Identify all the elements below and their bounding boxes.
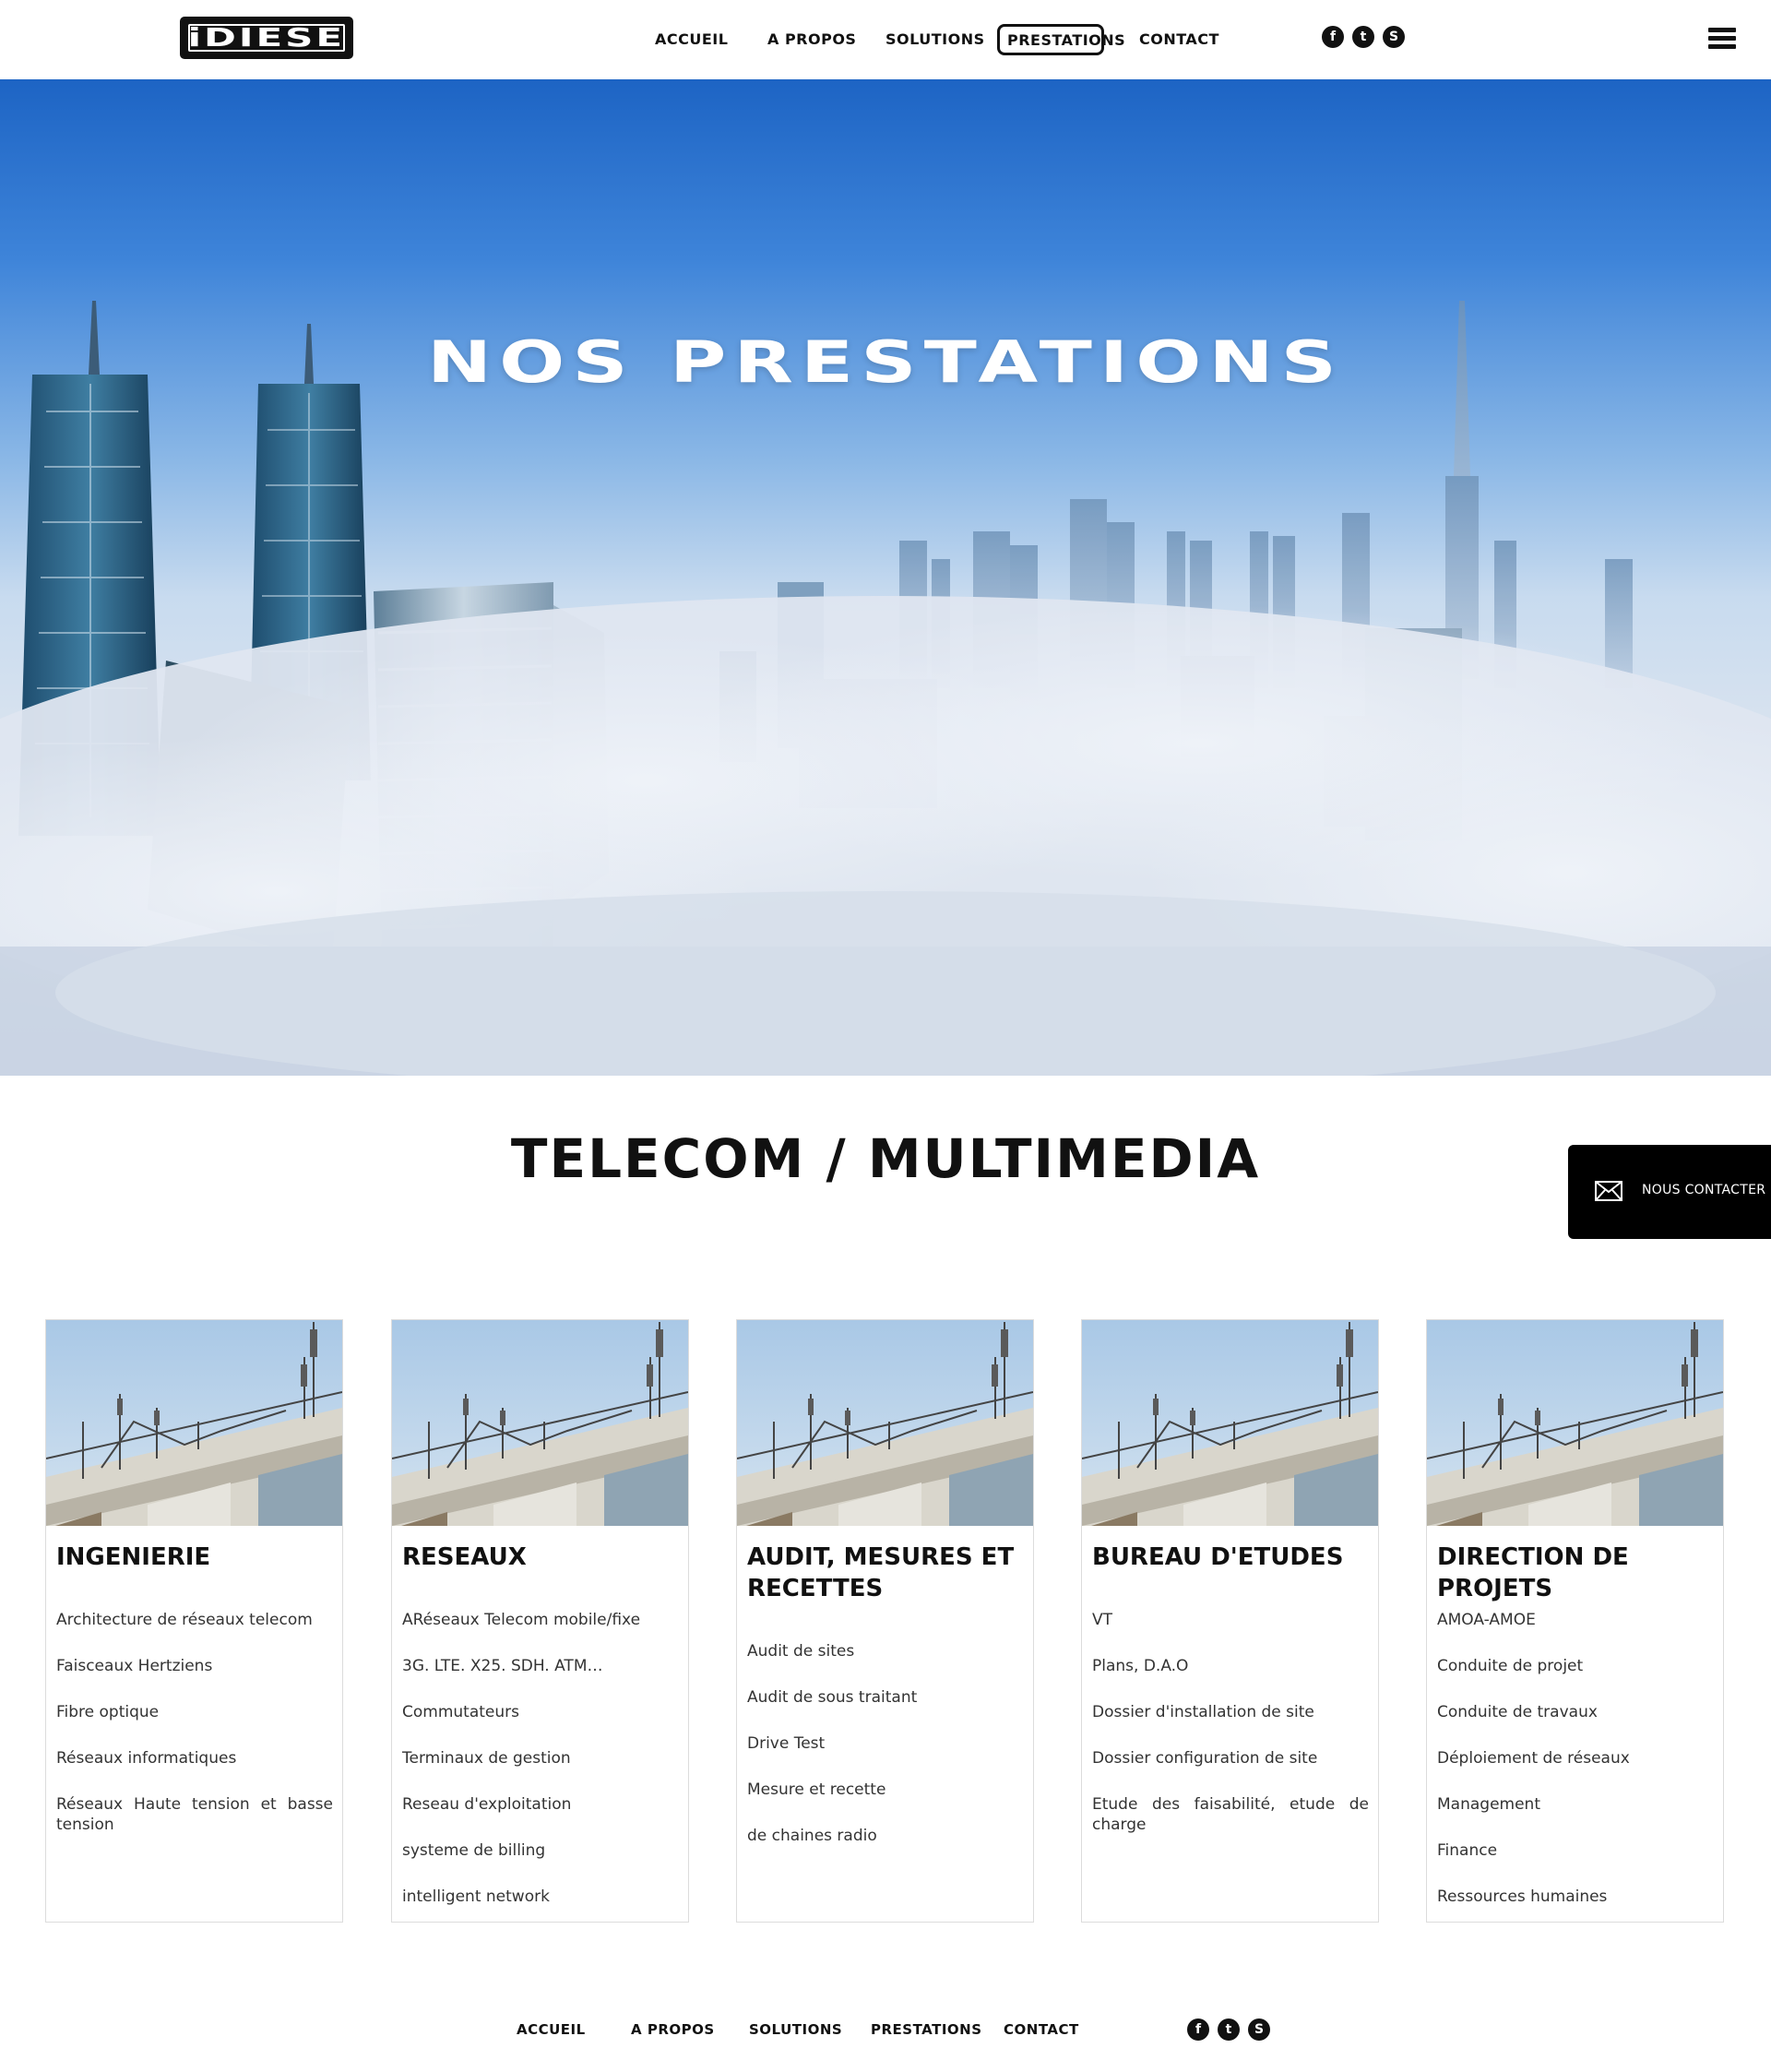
list-item: Fibre optique [56,1703,160,1721]
list-item: Ressources humaines [1437,1887,1608,1906]
hero-skyline-image [0,301,1771,1076]
service-card-list: ARéseaux Telecom mobile/fixe 3G. LTE. X2… [402,1610,679,1933]
footer-nav-accueil[interactable]: ACCUEIL [517,2011,585,2048]
list-item: VT [1092,1611,1113,1629]
service-card-image [1427,1320,1723,1526]
skype-icon[interactable]: S [1248,2018,1270,2041]
list-item: Faisceaux Hertziens [56,1657,213,1675]
service-card-image [46,1320,342,1526]
hamburger-bar [1708,36,1736,41]
nav-solutions[interactable]: SOLUTIONS [886,24,984,55]
list-item: Reseau d'exploitation [402,1795,572,1814]
nous-contacter-label: NOUS CONTACTER [1642,1183,1766,1197]
list-item: Audit de sites [747,1642,855,1661]
list-item: systeme de billing [402,1841,546,1860]
skype-icon[interactable]: S [1383,26,1405,48]
nav-contact[interactable]: CONTACT [1139,24,1218,55]
list-item: Conduite de travaux [1437,1703,1598,1721]
service-card-list: VT Plans, D.A.O Dossier d'installation d… [1092,1610,1369,1861]
list-item: Etude des faisabilité, etude de charge [1092,1795,1369,1834]
service-card-bureau-etudes: BUREAU D'ETUDES VT Plans, D.A.O Dossier … [1081,1319,1379,1923]
list-item: Drive Test [747,1734,826,1753]
envelope-icon [1595,1181,1622,1201]
hero-title: NOS PRESTATIONS [427,328,1344,396]
footer-nav-solutions[interactable]: SOLUTIONS [749,2011,842,2048]
service-card-title: INGENIERIE [56,1543,211,1571]
nav-a-propos[interactable]: A PROPOS [767,24,856,55]
site-footer: ACCUEIL A PROPOS SOLUTIONS PRESTATIONS C… [0,2011,1771,2057]
footer-nav-contact[interactable]: CONTACT [1004,2011,1078,2048]
site-header: iDIESE ACCUEIL A PROPOS SOLUTIONS PRESTA… [0,0,1771,79]
service-card-ingenierie: INGENIERIE Architecture de réseaux telec… [45,1319,343,1923]
service-card-list: AMOA-AMOE Conduite de projet Conduite de… [1437,1610,1714,1933]
service-card-title: BUREAU D'ETUDES [1092,1543,1344,1571]
hamburger-bar [1708,28,1736,32]
main-nav: ACCUEIL A PROPOS SOLUTIONS PRESTATIONS C… [0,24,1771,55]
service-card-reseaux: RESEAUX ARéseaux Telecom mobile/fixe 3G.… [391,1319,689,1923]
list-item: AMOA-AMOE [1437,1611,1536,1629]
footer-nav-a-propos[interactable]: A PROPOS [631,2011,714,2048]
list-item: de chaines radio [747,1827,877,1845]
footer-nav-prestations[interactable]: PRESTATIONS [871,2011,981,2048]
list-item: Terminaux de gestion [402,1749,571,1768]
service-card-title: RESEAUX [402,1543,527,1571]
hero-banner: NOS PRESTATIONS [0,79,1771,1076]
list-item: Audit de sous traitant [747,1688,918,1707]
rooftop-antenna-image [392,1320,688,1526]
list-item: Finance [1437,1841,1498,1860]
header-social-links: f t S [1322,26,1405,48]
list-item: 3G. LTE. X25. SDH. ATM… [402,1657,603,1675]
section-title: TELECOM / MULTIMEDIA [510,1127,1261,1190]
service-card-image [1082,1320,1378,1526]
list-item: Architecture de réseaux telecom [56,1611,313,1629]
service-card-title: DIRECTION DE PROJETS [1437,1543,1629,1602]
list-item: Conduite de projet [1437,1657,1584,1675]
list-item: Management [1437,1795,1540,1814]
rooftop-antenna-image [1082,1320,1378,1526]
list-item: intelligent network [402,1887,550,1906]
list-item: Mesure et recette [747,1780,886,1799]
list-item: ARéseaux Telecom mobile/fixe [402,1611,641,1629]
list-item: Déploiement de réseaux [1437,1749,1630,1768]
footer-social-links: f t S [1187,2018,1270,2041]
service-card-image [737,1320,1033,1526]
rooftop-antenna-image [737,1320,1033,1526]
list-item: Dossier configuration de site [1092,1749,1318,1768]
rooftop-antenna-image [46,1320,342,1526]
facebook-icon[interactable]: f [1187,2018,1209,2041]
nav-prestations[interactable]: PRESTATIONS [997,24,1125,55]
service-card-image [392,1320,688,1526]
services-grid: INGENIERIE Architecture de réseaux telec… [0,1319,1771,1923]
rooftop-antenna-image [1427,1320,1723,1526]
list-item: Commutateurs [402,1703,519,1721]
service-card-title: AUDIT, MESURES ET RECETTES [747,1543,1015,1602]
service-card-audit: AUDIT, MESURES ET RECETTES Audit de site… [736,1319,1034,1923]
twitter-icon[interactable]: t [1352,26,1374,48]
nav-accueil[interactable]: ACCUEIL [655,24,728,55]
list-item: Dossier d'installation de site [1092,1703,1314,1721]
nous-contacter-button[interactable]: NOUS CONTACTER [1568,1145,1771,1239]
twitter-icon[interactable]: t [1218,2018,1240,2041]
service-card-list: Audit de sites Audit de sous traitant Dr… [747,1641,1024,1872]
service-card-direction-projets: DIRECTION DE PROJETS AMOA-AMOE Conduite … [1426,1319,1724,1923]
service-card-list: Architecture de réseaux telecom Faisceau… [56,1610,333,1861]
facebook-icon[interactable]: f [1322,26,1344,48]
list-item: Plans, D.A.O [1092,1657,1189,1675]
list-item: Réseaux Haute tension et basse tension [56,1795,333,1834]
hamburger-bar [1708,44,1736,49]
hamburger-icon[interactable] [1708,28,1736,50]
list-item: Réseaux informatiques [56,1749,237,1768]
